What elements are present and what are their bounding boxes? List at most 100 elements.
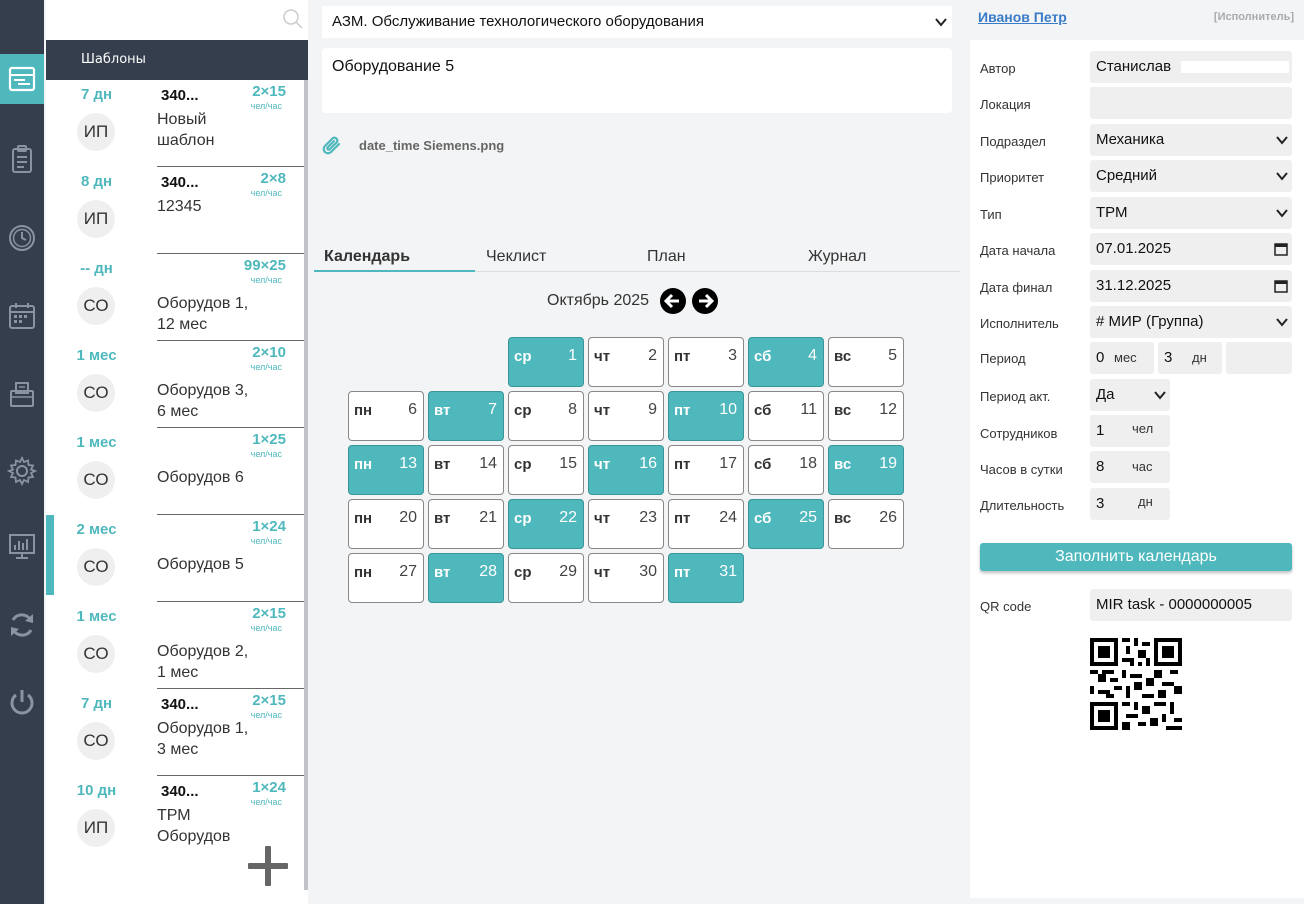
nav-chart-icon[interactable] [0,521,44,571]
attachment-link[interactable]: date_time Siemens.png [359,138,504,153]
nav-clock-icon[interactable] [0,213,44,263]
nav-clipboard-icon[interactable] [0,134,44,184]
tab-checklist[interactable]: Чеклист [486,248,546,266]
search-icon[interactable] [282,8,304,30]
tab-journal[interactable]: Журнал [808,248,866,266]
calendar-day[interactable]: чт 2 [588,337,664,387]
calendar-day[interactable]: вс 5 [828,337,904,387]
user-name-link[interactable]: Иванов Петр [978,9,1067,25]
duration-input[interactable]: 3 дн [1090,488,1170,520]
calendar-day[interactable]: сб 18 [748,445,824,495]
calendar-day[interactable]: чт 23 [588,499,664,549]
work-order-title-select[interactable]: АЗМ. Обслуживание технологического обору… [322,6,952,38]
calendar-day[interactable]: ср 15 [508,445,584,495]
calendar-day[interactable]: пт 10 [668,391,744,441]
template-list-item[interactable]: 2 мес СО Оборудов 5 1×24 чел/час [46,515,304,602]
calendar-day[interactable]: ср 22 [508,499,584,549]
calendar-day[interactable]: вс 26 [828,499,904,549]
priority-select[interactable]: Средний [1090,160,1292,192]
templates-scrollbar[interactable] [304,80,308,890]
calendar-day[interactable]: ср 1 [508,337,584,387]
calendar-day[interactable]: ср 8 [508,391,584,441]
calendar-day[interactable]: чт 9 [588,391,664,441]
template-list-item[interactable]: -- дн СО Оборудов 1, 12 мес 99×25 чел/час [46,254,304,341]
calendar-day-number: 27 [399,563,417,580]
template-list-item[interactable]: 1 мес СО Оборудов 6 1×25 чел/час [46,428,304,515]
start-date-input[interactable]: 07.01.2025 [1090,233,1292,265]
division-select[interactable]: Механика [1090,124,1292,156]
template-staffing-unit: чел/час [250,449,282,459]
calendar-day-number: 15 [559,455,577,472]
calendar-weekday: пт [674,348,691,365]
calendar-day[interactable]: пн 13 [348,445,424,495]
calendar-day[interactable]: ср 29 [508,553,584,603]
template-duration: 1 мес [76,608,117,625]
executor-select[interactable]: # МИР (Группа) [1090,306,1292,338]
division-value: Механика [1096,131,1165,148]
prev-month-arrow-icon[interactable] [660,288,686,314]
calendar-day[interactable]: пт 24 [668,499,744,549]
calendar-day[interactable]: вт 14 [428,445,504,495]
calendar-day-number: 20 [399,509,417,526]
end-date-input[interactable]: 31.12.2025 [1090,270,1292,302]
template-name: Оборудов 1, 3 мес [157,720,249,758]
nav-calendar-icon[interactable] [0,291,44,341]
calendar-day[interactable]: пт 17 [668,445,744,495]
template-duration: -- дн [80,260,113,277]
author-label: Автор [980,61,1016,76]
calendar-day[interactable]: вс 19 [828,445,904,495]
calendar-day[interactable]: пт 3 [668,337,744,387]
avatar: ИП [77,809,115,847]
left-nav-rail [0,0,44,904]
calendar-day[interactable]: сб 4 [748,337,824,387]
nav-refresh-icon[interactable] [0,600,44,650]
template-list-item[interactable]: 1 мес СО Оборудов 3, 6 мес 2×10 чел/час [46,341,304,428]
calendar-day[interactable]: вс 12 [828,391,904,441]
tab-calendar[interactable]: Календарь [324,248,410,266]
staff-count-input[interactable]: 1 чел [1090,415,1170,447]
nav-power-icon[interactable] [0,677,44,727]
description-field[interactable]: Оборудование 5 [322,48,952,113]
template-duration: 1 мес [76,434,117,451]
calendar-day-number: 3 [728,347,737,364]
work-order-title: АЗМ. Обслуживание технологического обору… [332,13,704,30]
calendar-day[interactable]: вт 28 [428,553,504,603]
location-input[interactable] [1090,87,1292,119]
next-month-arrow-icon[interactable] [692,288,718,314]
calendar-weekday: сб [754,510,772,527]
template-list-item[interactable]: 7 дн ИП 340... Новый шаблон 2×15 чел/час [46,80,304,167]
hours-per-day-input[interactable]: 8 час [1090,451,1170,483]
calendar-day[interactable]: сб 11 [748,391,824,441]
calendar-picker-icon[interactable] [1274,279,1288,293]
period-extra-input[interactable] [1226,342,1292,374]
add-template-plus-icon[interactable] [248,846,288,886]
calendar-weekday: ср [514,510,532,527]
nav-folder-icon[interactable] [0,369,44,419]
calendar-day[interactable]: чт 16 [588,445,664,495]
template-name: Оборудов 1, 12 мес [157,295,249,333]
calendar-day[interactable]: вт 21 [428,499,504,549]
period-months-input[interactable]: 0 мес [1090,342,1154,374]
template-list-item[interactable]: 7 дн СО 340... Оборудов 1, 3 мес 2×15 чел/час [46,689,304,776]
period-act-select[interactable]: Да [1090,379,1170,411]
template-name: Оборудов 5 [157,556,244,573]
template-search-input[interactable] [46,0,308,40]
period-months-value: 0 [1096,349,1105,366]
fill-calendar-button[interactable]: Заполнить календарь [980,543,1292,571]
period-days-input[interactable]: 3 дн [1158,342,1222,374]
calendar-day[interactable]: сб 25 [748,499,824,549]
calendar-day[interactable]: пн 20 [348,499,424,549]
calendar-day[interactable]: пт 31 [668,553,744,603]
nav-tasks-panel-icon[interactable] [0,54,44,104]
calendar-day[interactable]: чт 30 [588,553,664,603]
calendar-picker-icon[interactable] [1274,242,1288,256]
calendar-day[interactable]: пн 27 [348,553,424,603]
nav-gear-icon[interactable] [0,446,44,496]
calendar-day[interactable]: пн 6 [348,391,424,441]
calendar-day[interactable]: вт 7 [428,391,504,441]
template-list-item[interactable]: 8 дн ИП 340... 12345 2×8 чел/час [46,167,304,254]
template-list-item[interactable]: 1 мес СО Оборудов 2, 1 мес 2×15 чел/час [46,602,304,689]
paperclip-icon[interactable] [320,134,344,158]
type-select[interactable]: ТРМ [1090,197,1292,229]
tab-plan[interactable]: План [647,248,686,266]
